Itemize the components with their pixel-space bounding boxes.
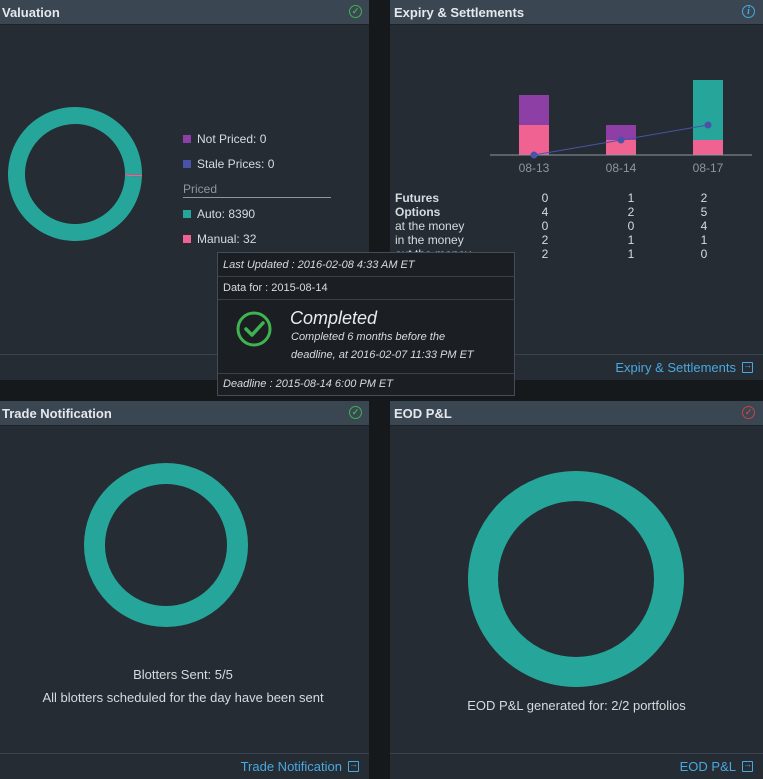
stale-prices-swatch <box>183 160 191 168</box>
expiry-chart: 08-13 08-14 08-17 <box>490 80 752 175</box>
tooltip-divider <box>218 373 514 374</box>
open-link-icon[interactable] <box>348 759 359 772</box>
x-tick-label: 08-17 <box>693 161 724 175</box>
tooltip-detail-line1: Completed 6 months before the <box>291 331 446 343</box>
tooltip-detail-line2: deadline, at 2016-02-07 11:33 PM ET <box>291 349 474 361</box>
blotters-sent: Blotters Sent: 5/5 <box>133 667 233 682</box>
table-cell: 1 <box>627 191 635 205</box>
legend-not-priced-label: Not Priced: 0 <box>197 132 267 146</box>
tooltip-last-updated: Last Updated : 2016-02-08 4:33 AM ET <box>223 259 415 271</box>
table-cell: 0 <box>627 219 635 233</box>
table-cell: 0 <box>541 191 549 205</box>
x-tick-label: 08-13 <box>519 161 550 175</box>
row-label: Options <box>395 205 441 219</box>
row-label: Futures <box>395 191 440 205</box>
tooltip-status: Completed <box>290 308 378 328</box>
tooltip-deadline: Deadline : 2015-08-14 6:00 PM ET <box>223 378 393 390</box>
table-cell: 0 <box>700 247 708 261</box>
legend-auto: Auto: 8390 <box>183 207 255 221</box>
valuation-header: Valuation ✓ <box>0 0 369 25</box>
open-link-icon[interactable] <box>742 759 753 772</box>
legend-not-priced: Not Priced: 0 <box>183 132 266 146</box>
table-row: Futures 0 1 2 <box>395 191 755 205</box>
row-label: in the money <box>395 233 464 247</box>
trade-title: Trade Notification <box>2 406 112 421</box>
table-row: in the money 2 1 1 <box>395 233 755 247</box>
tooltip-data-for: Data for : 2015-08-14 <box>223 282 328 294</box>
table-row: at the money 0 0 4 <box>395 219 755 233</box>
eod-footer: EOD P&L <box>390 753 763 779</box>
legend-auto-label: Auto: 8390 <box>197 207 256 221</box>
valuation-slice-auto <box>7 106 143 241</box>
table-cell: 0 <box>541 219 549 233</box>
valuation-title: Valuation <box>2 5 60 20</box>
row-label: at the money <box>395 219 465 233</box>
legend-manual-label: Manual: 32 <box>197 232 257 246</box>
bar-08-13-series-0 <box>519 125 549 155</box>
valuation-donut <box>7 106 143 241</box>
status-ok-icon: ✓ <box>349 5 362 18</box>
eod-slice-generated <box>468 471 684 687</box>
trade-slice-sent <box>84 463 248 627</box>
legend-manual: Manual: 32 <box>183 232 256 246</box>
table-cell: 2 <box>627 205 635 219</box>
open-link-icon[interactable] <box>742 360 753 373</box>
line-point-08-14 <box>617 136 625 144</box>
table-cell: 2 <box>541 247 549 261</box>
legend-stale-prices: Stale Prices: 0 <box>183 157 274 171</box>
not-priced-swatch <box>183 135 191 143</box>
expiry-title: Expiry & Settlements <box>394 5 525 20</box>
table-row: Options 4 2 5 <box>395 205 755 219</box>
status-tooltip: Last Updated : 2016-02-08 4:33 AM ET Dat… <box>217 252 515 396</box>
expiry-settlements-link[interactable]: Expiry & Settlements <box>615 360 753 375</box>
table-cell: 1 <box>700 233 708 247</box>
priced-divider <box>183 197 331 198</box>
priced-heading-label: Priced <box>183 182 218 196</box>
trade-footer: Trade Notification <box>0 753 369 779</box>
trade-panel: Trade Notification ✓ Blotters Sent: 5/5 … <box>0 401 369 779</box>
manual-swatch <box>183 235 191 243</box>
bar-08-17-series-0 <box>693 140 723 155</box>
table-cell: 4 <box>541 205 549 219</box>
x-tick-label: 08-14 <box>606 161 637 175</box>
bar-08-13-series-2 <box>519 95 549 125</box>
line-point-08-17 <box>704 121 712 129</box>
priced-heading: Priced <box>183 182 217 196</box>
status-ok-icon: ✓ <box>349 406 362 419</box>
expiry-header: Expiry & Settlements i <box>390 0 763 25</box>
check-circle-icon <box>236 311 272 347</box>
eod-header: EOD P&L ✓ <box>390 401 763 426</box>
trade-donut <box>84 463 248 627</box>
blotters-message: All blotters scheduled for the day have … <box>42 690 324 705</box>
tooltip-divider <box>218 299 514 300</box>
eod-donut <box>468 471 684 687</box>
table-cell: 2 <box>541 233 549 247</box>
table-cell: 1 <box>627 233 635 247</box>
eod-pl-link-label[interactable]: EOD P&L <box>680 759 736 774</box>
expiry-settlements-link-label[interactable]: Expiry & Settlements <box>615 360 736 375</box>
eod-panel: EOD P&L ✓ EOD P&L generated for: 2/2 por… <box>390 401 763 779</box>
trade-notification-link-label[interactable]: Trade Notification <box>241 759 342 774</box>
table-cell: 1 <box>627 247 635 261</box>
eod-message: EOD P&L generated for: 2/2 portfolios <box>467 698 686 713</box>
tooltip-divider <box>218 276 514 277</box>
table-cell: 5 <box>700 205 708 219</box>
trade-header: Trade Notification ✓ <box>0 401 369 426</box>
info-icon[interactable]: i <box>742 5 755 18</box>
eod-pl-link[interactable]: EOD P&L <box>680 759 753 774</box>
table-cell: 4 <box>700 219 708 233</box>
legend-stale-prices-label: Stale Prices: 0 <box>197 157 275 171</box>
eod-title: EOD P&L <box>394 406 452 421</box>
status-error-icon: ✓ <box>742 406 755 419</box>
trade-notification-link[interactable]: Trade Notification <box>241 759 359 774</box>
auto-swatch <box>183 210 191 218</box>
bar-08-17-series-1 <box>693 80 723 140</box>
table-cell: 2 <box>700 191 708 205</box>
line-point-08-13 <box>530 151 538 159</box>
